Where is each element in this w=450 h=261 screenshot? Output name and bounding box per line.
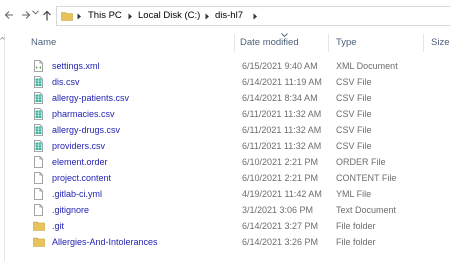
csv-file-icon — [33, 108, 44, 120]
up-button[interactable] — [40, 8, 54, 24]
column-divider[interactable] — [234, 34, 235, 52]
chevron-right-icon — [205, 13, 209, 20]
file-date: 4/19/2021 11:42 AM — [242, 189, 322, 199]
file-date: 6/11/2021 11:32 AM — [242, 109, 322, 119]
file-date: 6/10/2021 2:21 PM — [242, 173, 319, 183]
file-name[interactable]: .gitlab-ci.yml — [52, 189, 102, 199]
file-row[interactable]: Allergies-And-Intolerances 6/14/2021 3:2… — [5, 234, 450, 250]
generic-file-icon — [33, 156, 44, 168]
file-row[interactable]: pharmacies.csv 6/11/2021 11:32 AM CSV Fi… — [5, 106, 450, 122]
file-date: 6/10/2021 2:21 PM — [242, 157, 319, 167]
file-type: Text Document — [336, 205, 397, 215]
file-date: 6/14/2021 8:34 AM — [242, 93, 318, 103]
file-date: 6/14/2021 3:27 PM — [242, 221, 319, 231]
file-row[interactable]: element.order 6/10/2021 2:21 PM ORDER Fi… — [5, 154, 450, 170]
column-type[interactable]: Type — [336, 37, 357, 48]
chevron-right-icon — [253, 13, 257, 20]
file-name[interactable]: pharmacies.csv — [52, 109, 115, 119]
file-date: 6/14/2021 3:26 PM — [242, 237, 319, 247]
csv-file-icon — [33, 124, 44, 136]
file-type: YML File — [336, 189, 372, 199]
file-date: 6/14/2021 11:19 AM — [242, 77, 322, 87]
file-type: File folder — [336, 237, 376, 247]
file-type: XML Document — [336, 61, 398, 71]
file-name[interactable]: providers.csv — [52, 141, 105, 151]
file-name[interactable]: Allergies-And-Intolerances — [52, 237, 158, 247]
navigation-bar: This PC Local Disk (C:) dis-hl7 — [0, 0, 450, 34]
file-type: CSV File — [336, 109, 372, 119]
breadcrumb-dis-hl7[interactable]: dis-hl7 — [215, 10, 243, 21]
column-date-modified[interactable]: Date modified — [240, 37, 299, 48]
chevron-right-icon — [128, 13, 132, 20]
file-type: ORDER File — [336, 157, 386, 167]
file-type: CONTENT File — [336, 173, 397, 183]
column-header: Name Date modified Type Size — [5, 33, 450, 52]
generic-file-icon — [33, 188, 44, 200]
file-row[interactable]: allergy-patients.csv 6/14/2021 8:34 AM C… — [5, 90, 450, 106]
csv-file-icon — [33, 140, 44, 152]
file-row[interactable]: .gitignore 3/1/2021 3:06 PM Text Documen… — [5, 202, 450, 218]
column-divider[interactable] — [328, 34, 329, 52]
csv-file-icon — [33, 76, 44, 88]
file-type: CSV File — [336, 141, 372, 151]
file-name[interactable]: settings.xml — [52, 61, 100, 71]
folder-icon — [33, 220, 45, 232]
file-row[interactable]: dis.csv 6/14/2021 11:19 AM CSV File — [5, 74, 450, 90]
file-row[interactable]: allergy-drugs.csv 6/11/2021 11:32 AM CSV… — [5, 122, 450, 138]
file-date: 6/15/2021 9:40 AM — [242, 61, 318, 71]
folder-icon — [61, 12, 73, 21]
file-name[interactable]: .git — [52, 221, 64, 231]
file-name[interactable]: project.content — [52, 173, 111, 183]
file-type: CSV File — [336, 93, 372, 103]
file-type: CSV File — [336, 125, 372, 135]
xml-file-icon — [33, 60, 44, 72]
back-button[interactable] — [2, 8, 16, 24]
file-date: 6/11/2021 11:32 AM — [242, 141, 322, 151]
column-name[interactable]: Name — [31, 37, 56, 48]
file-name[interactable]: dis.csv — [52, 77, 80, 87]
file-name[interactable]: .gitignore — [52, 205, 89, 215]
file-name[interactable]: allergy-drugs.csv — [52, 125, 120, 135]
file-row[interactable]: .git 6/14/2021 3:27 PM File folder — [5, 218, 450, 234]
file-date: 3/1/2021 3:06 PM — [242, 205, 314, 215]
file-row[interactable]: .gitlab-ci.yml 4/19/2021 11:42 AM YML Fi… — [5, 186, 450, 202]
file-type: CSV File — [336, 77, 372, 87]
recent-locations-button[interactable] — [31, 8, 39, 24]
file-row[interactable]: project.content 6/10/2021 2:21 PM CONTEN… — [5, 170, 450, 186]
file-row[interactable]: settings.xml 6/15/2021 9:40 AM XML Docum… — [5, 58, 450, 74]
breadcrumb-local-disk[interactable]: Local Disk (C:) — [138, 10, 200, 21]
file-name[interactable]: allergy-patients.csv — [52, 93, 129, 103]
file-type: File folder — [336, 221, 376, 231]
generic-file-icon — [33, 172, 44, 184]
back-arrow-icon — [4, 11, 13, 19]
breadcrumb-this-pc[interactable]: This PC — [88, 10, 122, 21]
up-arrow-icon — [43, 10, 51, 21]
address-bar[interactable]: This PC Local Disk (C:) dis-hl7 — [56, 6, 450, 26]
forward-arrow-icon — [22, 11, 31, 19]
chevron-down-icon — [31, 10, 39, 15]
chevron-right-icon — [77, 13, 81, 20]
file-name[interactable]: element.order — [52, 157, 108, 167]
generic-file-icon — [33, 204, 44, 216]
folder-icon — [33, 236, 45, 248]
column-size[interactable]: Size — [431, 37, 449, 48]
file-row[interactable]: providers.csv 6/11/2021 11:32 AM CSV Fil… — [5, 138, 450, 154]
csv-file-icon — [33, 92, 44, 104]
file-date: 6/11/2021 11:32 AM — [242, 125, 322, 135]
column-divider[interactable] — [423, 34, 424, 52]
